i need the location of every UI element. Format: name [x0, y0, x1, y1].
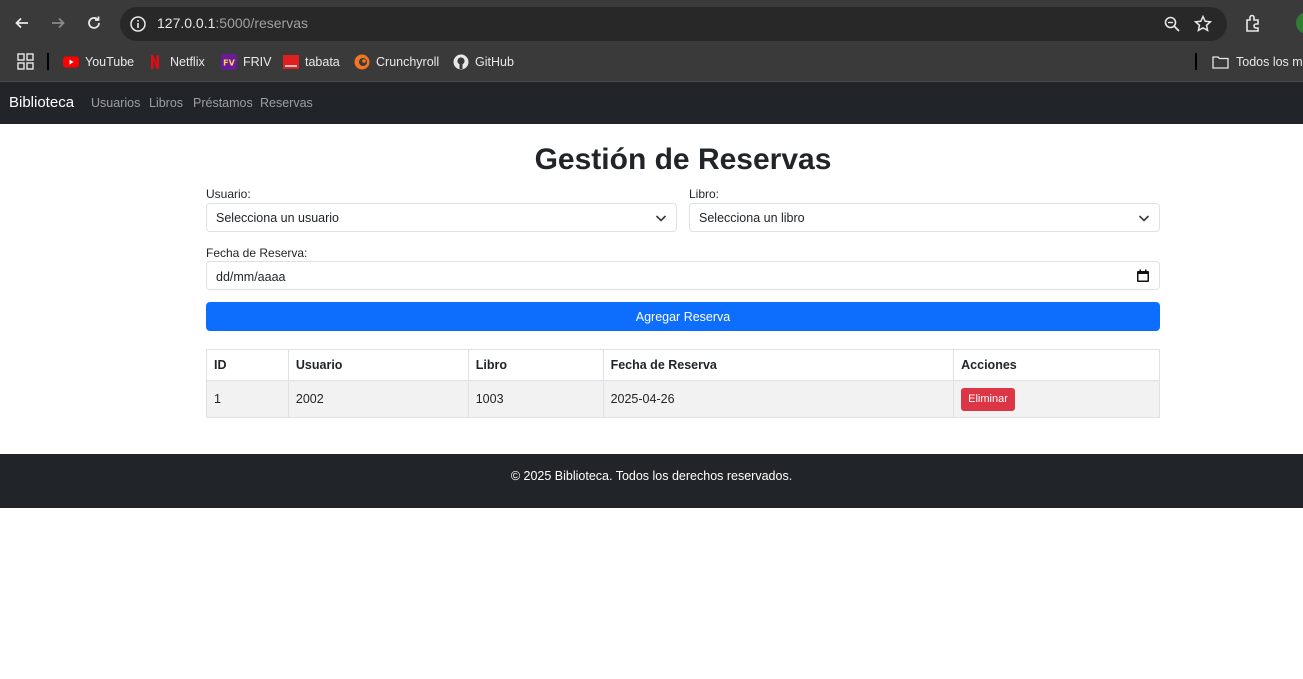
libro-select-value: Selecciona un libro — [699, 211, 805, 225]
libro-select[interactable]: Selecciona un libro — [689, 203, 1160, 232]
arrow-left-icon — [15, 17, 28, 29]
nav-link-reservas[interactable]: Reservas — [260, 96, 313, 110]
reload-icon — [88, 16, 100, 29]
bookmark-folder-label: Todos los ma — [1236, 55, 1303, 69]
bookmark-github[interactable]: GitHub — [453, 51, 514, 73]
app-navbar: Biblioteca Usuarios Libros Préstamos Res… — [0, 82, 1303, 124]
cell-acciones: Eliminar — [953, 380, 1160, 418]
bookmark-crunchyroll[interactable]: Crunchyroll — [354, 51, 439, 73]
column-header-fecha: Fecha de Reserva — [602, 349, 955, 381]
fecha-label: Fecha de Reserva: — [206, 246, 308, 260]
footer-text: © 2025 Biblioteca. Todos los derechos re… — [510, 469, 793, 483]
bookmark-youtube[interactable]: YouTube — [63, 51, 134, 73]
github-icon — [453, 54, 469, 70]
table-row: 1 2002 1003 2025-04-26 Eliminar — [206, 380, 1160, 418]
chevron-down-icon — [1138, 215, 1150, 222]
bookmark-label: Netflix — [170, 55, 205, 69]
calendar-icon[interactable] — [1136, 269, 1150, 283]
bookmark-label: tabata — [305, 55, 340, 69]
column-header-acciones: Acciones — [953, 349, 1160, 381]
navbar-brand[interactable]: Biblioteca — [9, 94, 74, 111]
youtube-icon — [63, 56, 79, 68]
cell-usuario: 2002 — [287, 380, 469, 418]
bookmarks-separator — [1195, 53, 1197, 70]
bookmarks-bar: YouTube Netflix FV FRIV tabata Crunchyro… — [0, 46, 1303, 82]
fecha-input-placeholder: dd/mm/aaaa — [216, 270, 286, 284]
url-host: 127.0.0.1 — [157, 15, 216, 31]
column-header-libro: Libro — [467, 349, 604, 381]
browser-toolbar: 127.0.0.1:5000/reservas — [0, 0, 1303, 46]
svg-text:FV: FV — [223, 59, 235, 68]
bookmark-label: FRIV — [243, 55, 272, 69]
bookmark-label: YouTube — [85, 55, 135, 69]
netflix-icon — [151, 55, 159, 69]
apps-grid-icon[interactable] — [17, 53, 35, 71]
cell-fecha: 2025-04-26 — [602, 380, 955, 418]
cell-id: 1 — [206, 380, 289, 418]
reload-button[interactable] — [82, 11, 106, 35]
nav-link-libros[interactable]: Libros — [149, 96, 183, 110]
agregar-reserva-button[interactable]: Agregar Reserva — [206, 302, 1160, 331]
site-info-icon[interactable] — [129, 15, 147, 33]
bookmark-tabata[interactable]: tabata — [283, 51, 340, 73]
arrow-right-icon — [52, 17, 65, 29]
usuario-select[interactable]: Selecciona un usuario — [206, 203, 677, 232]
bookmark-netflix[interactable]: Netflix — [150, 51, 205, 73]
bookmark-star-icon[interactable] — [1193, 14, 1213, 34]
bookmark-label: Crunchyroll — [376, 55, 440, 69]
folder-icon — [1212, 56, 1229, 69]
url-path: :5000/reservas — [215, 15, 308, 31]
tabata-icon — [283, 55, 299, 69]
forward-button[interactable] — [46, 11, 70, 35]
profile-avatar[interactable] — [1296, 12, 1303, 34]
usuario-label: Usuario: — [206, 187, 251, 201]
bookmark-friv[interactable]: FV FRIV — [221, 51, 271, 73]
crunchyroll-icon — [354, 54, 370, 70]
libro-label: Libro: — [689, 187, 720, 201]
fecha-input[interactable]: dd/mm/aaaa — [206, 261, 1160, 290]
table-header-row: ID Usuario Libro Fecha de Reserva Accion… — [206, 349, 1160, 381]
bookmarks-separator — [47, 53, 49, 70]
bookmark-label: GitHub — [475, 55, 514, 69]
zoom-icon[interactable] — [1163, 15, 1181, 33]
url-text: 127.0.0.1:5000/reservas — [157, 15, 308, 31]
bookmark-folder-all[interactable]: Todos los ma — [1212, 51, 1303, 73]
column-header-usuario: Usuario — [287, 349, 469, 381]
back-button[interactable] — [10, 11, 34, 35]
eliminar-button[interactable]: Eliminar — [961, 387, 1015, 411]
address-bar[interactable]: 127.0.0.1:5000/reservas — [120, 7, 1227, 41]
chevron-down-icon — [655, 215, 667, 222]
nav-link-usuarios[interactable]: Usuarios — [91, 96, 140, 110]
nav-link-prestamos[interactable]: Préstamos — [193, 96, 253, 110]
column-header-id: ID — [206, 349, 289, 381]
friv-icon: FV — [221, 54, 237, 70]
extensions-icon[interactable] — [1243, 12, 1265, 34]
browser-chrome: 127.0.0.1:5000/reservas YouTube Netflix … — [0, 0, 1303, 82]
cell-libro: 1003 — [467, 380, 604, 418]
reservas-table: ID Usuario Libro Fecha de Reserva Accion… — [206, 349, 1160, 418]
page-title: Gestión de Reservas — [534, 143, 832, 176]
page-footer: © 2025 Biblioteca. Todos los derechos re… — [0, 454, 1303, 508]
usuario-select-value: Selecciona un usuario — [216, 211, 339, 225]
